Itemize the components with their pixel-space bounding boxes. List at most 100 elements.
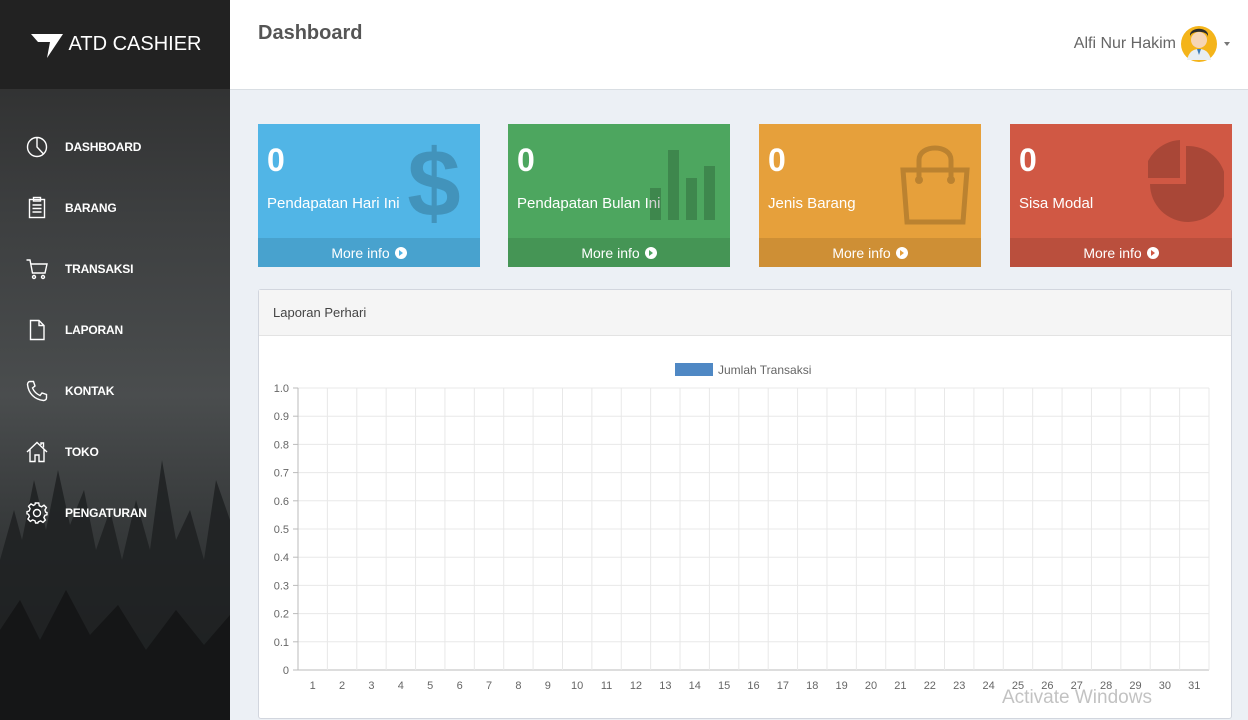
info-box-value: 0 [768,142,786,178]
info-box-jenis-barang: 0 Jenis Barang More info [759,124,981,267]
panel-title: Laporan Perhari [259,290,1231,336]
sidebar-item-kontak[interactable]: KONTAK [0,360,230,421]
x-tick-label: 6 [457,680,463,692]
sidebar-item-label: PENGATURAN [65,505,147,520]
x-tick-label: 29 [1129,680,1141,692]
sidebar-item-label: TOKO [65,444,99,459]
cart-icon [24,256,50,282]
y-tick-label: 0.2 [274,609,289,621]
sidebar-item-label: DASHBOARD [65,139,142,154]
x-tick-label: 21 [894,680,906,692]
x-tick-label: 8 [515,680,521,692]
x-tick-label: 22 [924,680,936,692]
y-tick-label: 0.9 [274,411,289,423]
sidebar-item-label: BARANG [65,200,117,215]
y-tick-label: 0 [283,665,289,677]
more-info-label: More info [581,244,640,261]
y-tick-label: 1.0 [274,383,289,395]
y-tick-label: 0.8 [274,439,289,451]
more-info-link[interactable]: More info [508,238,730,267]
x-tick-label: 31 [1188,680,1200,692]
more-info-label: More info [331,244,390,261]
home-icon [24,439,50,465]
x-tick-label: 18 [806,680,818,692]
avatar [1181,26,1217,62]
x-tick-label: 14 [689,680,701,692]
pie-chart-icon [24,134,50,160]
sidebar-item-pengaturan[interactable]: PENGATURAN [0,482,230,543]
x-tick-label: 27 [1071,680,1083,692]
x-tick-label: 17 [777,680,789,692]
dollar-icon: $ [407,136,460,226]
user-menu[interactable]: Alfi Nur Hakim [1074,22,1230,66]
pie-chart-icon [1148,140,1224,222]
info-box-sisa-modal: 0 Sisa Modal More info [1010,124,1232,267]
y-tick-label: 0.1 [274,637,289,649]
info-box-label: Pendapatan Bulan Ini [517,195,661,212]
sidebar-nav: DASHBOARD BARANG TRANSAKSI LAPORAN KONTA… [0,116,230,543]
sidebar-item-label: LAPORAN [65,322,123,337]
info-box-label: Pendapatan Hari Ini [267,195,400,212]
sidebar-item-barang[interactable]: BARANG [0,177,230,238]
arrow-circle-right-icon [394,246,407,259]
x-tick-label: 7 [486,680,492,692]
daily-transactions-chart: Jumlah Transaksi 0 0.1 0.2 0.3 0.4 0.5 0.6 0.7 0.… [274,363,1210,692]
brand-logo-icon [30,33,63,58]
x-tick-label: 19 [836,680,848,692]
x-tick-label: 24 [982,680,994,692]
x-tick-label: 10 [571,680,583,692]
file-icon [24,317,50,343]
more-info-label: More info [832,244,891,261]
x-tick-label: 9 [545,680,551,692]
info-box-value: 0 [1019,142,1037,178]
svg-text:$: $ [407,136,460,226]
gear-icon [24,500,50,526]
legend-swatch [675,363,713,376]
x-tick-label: 11 [601,680,612,692]
legend-label: Jumlah Transaksi [718,363,811,377]
info-box-value: 0 [267,142,285,178]
x-tick-label: 5 [427,680,433,692]
y-tick-label: 0.5 [274,524,289,536]
info-box-value: 0 [517,142,535,178]
more-info-link[interactable]: More info [1010,238,1232,267]
more-info-link[interactable]: More info [759,238,981,267]
arrow-circle-right-icon [644,246,657,259]
x-tick-label: 26 [1041,680,1053,692]
x-tick-label: 13 [659,680,671,692]
sidebar-item-transaksi[interactable]: TRANSAKSI [0,238,230,299]
x-tick-label: 23 [953,680,965,692]
y-tick-label: 0.6 [274,496,289,508]
y-tick-label: 0.7 [274,468,289,480]
x-tick-label: 25 [1012,680,1024,692]
chevron-down-icon [1224,42,1230,46]
x-tick-label: 2 [339,680,345,692]
info-boxes: 0 Pendapatan Hari Ini $ More info 0 Pend… [258,124,1232,267]
y-tick-label: 0.4 [274,552,289,564]
sidebar-item-laporan[interactable]: LAPORAN [0,299,230,360]
sidebar-item-label: KONTAK [65,383,115,398]
brand[interactable]: ATD CASHIER [0,0,230,90]
shopping-bag-icon [900,145,970,225]
info-box-label: Sisa Modal [1019,195,1094,212]
sidebar-item-toko[interactable]: TOKO [0,421,230,482]
page-title: Dashboard [258,22,363,44]
phone-icon [24,378,50,404]
x-tick-label: 3 [368,680,374,692]
info-box-label: Jenis Barang [768,195,856,212]
sidebar-item-dashboard[interactable]: DASHBOARD [0,116,230,177]
more-info-link[interactable]: More info [258,238,480,267]
arrow-circle-right-icon [895,246,908,259]
info-box-pendapatan-bulan-ini: 0 Pendapatan Bulan Ini More info [508,124,730,267]
x-tick-label: 4 [398,680,404,692]
x-tick-label: 30 [1159,680,1171,692]
x-tick-label: 1 [310,680,316,692]
more-info-label: More info [1083,244,1142,261]
chart-area: Jumlah Transaksi 0 0.1 0.2 0.3 0.4 0.5 0.6 0.7 0.… [259,336,1231,718]
user-name: Alfi Nur Hakim [1073,35,1176,52]
arrow-circle-right-icon [1146,246,1159,259]
x-tick-label: 20 [865,680,877,692]
sidebar: ATD CASHIER DASHBOARD BARANG TRANSAKSI L… [0,0,230,720]
x-tick-label: 28 [1100,680,1112,692]
y-tick-label: 0.3 [274,580,289,592]
